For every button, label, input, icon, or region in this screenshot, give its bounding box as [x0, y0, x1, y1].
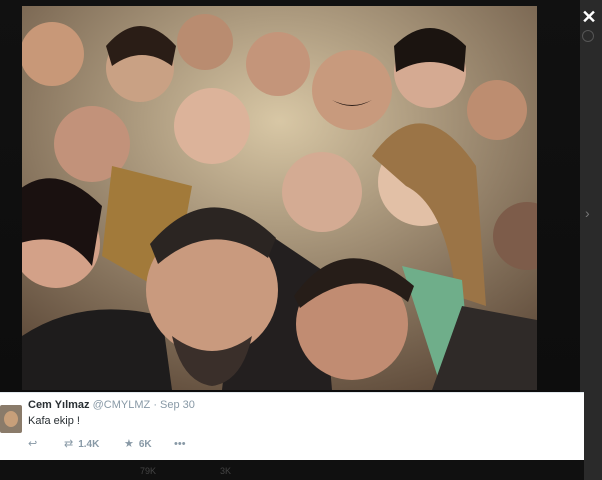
- tweet-date[interactable]: Sep 30: [160, 399, 195, 411]
- reply-button[interactable]: ↩: [28, 437, 42, 451]
- tweet-photo[interactable]: [22, 6, 537, 390]
- more-icon: •••: [174, 438, 186, 450]
- author-handle[interactable]: @CMYLMZ: [93, 399, 151, 411]
- avatar[interactable]: [0, 405, 22, 433]
- background-tweet-row: 79K 3K: [0, 460, 584, 480]
- star-icon: ★: [124, 438, 134, 450]
- retweet-button[interactable]: ⇄ 1.4K: [64, 437, 99, 451]
- settings-icon[interactable]: [582, 30, 594, 42]
- tweet-author: Cem Yılmaz @CMYLMZ · Sep 30: [28, 399, 195, 411]
- tweet-text: Kafa ekip !: [28, 415, 80, 427]
- chevron-right-icon[interactable]: ›: [585, 206, 597, 220]
- close-icon[interactable]: ✕: [580, 8, 598, 26]
- background-count-b: 3K: [220, 466, 232, 476]
- media-viewer-overlay: ✕ › Cem Yılmaz @CMYLMZ · Sep 30 Kafa eki…: [0, 0, 602, 480]
- author-name[interactable]: Cem Yılmaz: [28, 399, 90, 411]
- reply-icon: ↩: [28, 438, 38, 450]
- background-count-a: 79K: [140, 466, 157, 476]
- group-selfie-image: [22, 6, 537, 390]
- retweet-count: 1.4K: [78, 439, 100, 450]
- tweet-card: Cem Yılmaz @CMYLMZ · Sep 30 Kafa ekip ! …: [0, 392, 584, 461]
- more-button[interactable]: •••: [174, 437, 191, 451]
- separator: ·: [153, 399, 157, 411]
- favorite-button[interactable]: ★ 6K: [124, 437, 152, 451]
- retweet-icon: ⇄: [64, 438, 74, 450]
- favorite-count: 6K: [138, 439, 152, 450]
